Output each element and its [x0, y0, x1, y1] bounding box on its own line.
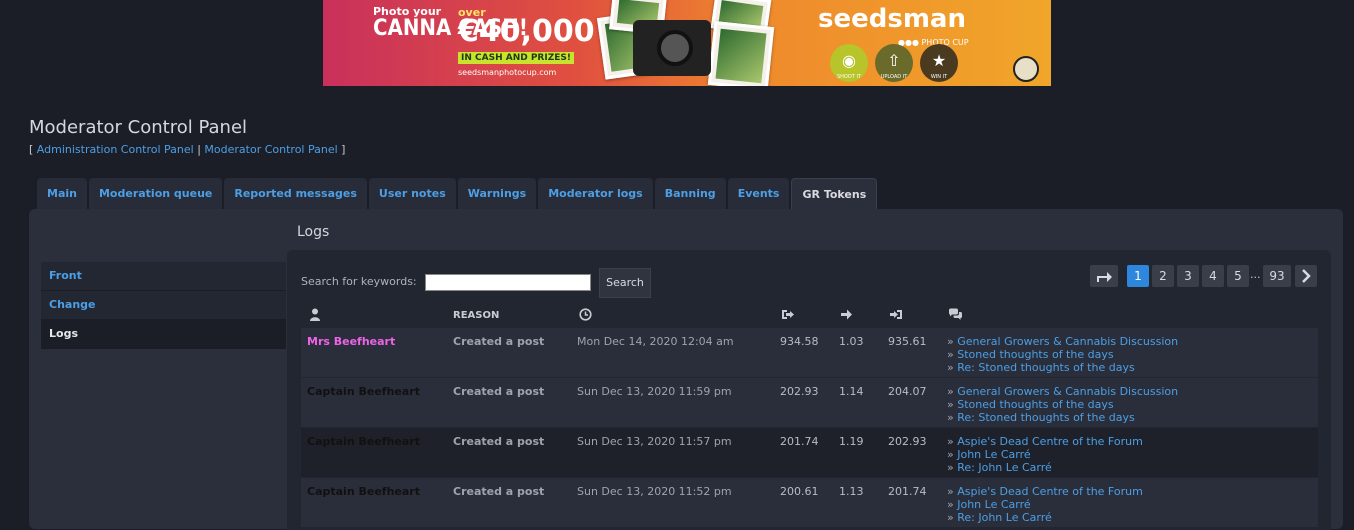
tab-gr-tokens[interactable]: GR Tokens [791, 178, 878, 211]
row-before: 934.58 [780, 335, 819, 348]
table-row: Mrs Beefheart Created a post Mon Dec 14,… [301, 328, 1318, 377]
tab-moderator-logs[interactable]: Moderator logs [538, 178, 653, 209]
post-link[interactable]: Re: Stoned thoughts of the days [947, 411, 1178, 424]
topic-link[interactable]: Stoned thoughts of the days [947, 348, 1178, 361]
sidebar-item-logs[interactable]: Logs [41, 320, 286, 349]
comments-icon [948, 308, 963, 321]
row-user[interactable]: Captain Beefheart [307, 385, 420, 398]
forum-link[interactable]: General Growers & Cannabis Discussion [947, 335, 1178, 348]
banner-photos [593, 0, 783, 86]
chevron-right-icon [1302, 269, 1311, 283]
forum-link[interactable]: General Growers & Cannabis Discussion [947, 385, 1178, 398]
jump-to-page-button[interactable] [1090, 265, 1118, 287]
row-change: 1.14 [839, 385, 864, 398]
arrow-right-icon [840, 308, 853, 321]
topic-link[interactable]: John Le Carré [947, 498, 1143, 511]
post-link[interactable]: Re: John Le Carré [947, 511, 1143, 524]
camera-icon [633, 20, 711, 76]
tab-moderation-queue[interactable]: Moderation queue [88, 178, 223, 209]
clock-icon [579, 308, 592, 321]
row-change: 1.03 [839, 335, 864, 348]
banner-prize: IN CASH AND PRIZES! [458, 52, 574, 64]
row-reason: Created a post [453, 435, 545, 448]
row-reason: Created a post [453, 385, 545, 398]
tab-main[interactable]: Main [37, 178, 87, 209]
breadcrumb: [ Administration Control Panel | Moderat… [29, 143, 346, 156]
row-date: Sun Dec 13, 2020 11:52 pm [577, 485, 732, 498]
forum-link[interactable]: Aspie's Dead Centre of the Forum [947, 485, 1143, 498]
banner-url: seedsmanphotocup.com [458, 68, 557, 77]
row-after: 204.07 [888, 385, 927, 398]
page-4-button[interactable]: 4 [1202, 265, 1224, 287]
row-links: General Growers & Cannabis Discussion St… [947, 385, 1178, 424]
advertisement-banner[interactable]: Photo your CANNA CASH! over €40,000 IN C… [323, 0, 1051, 86]
tab-user-notes[interactable]: User notes [368, 178, 456, 209]
row-reason: Created a post [453, 485, 545, 498]
reason-header: REASON [453, 310, 500, 321]
row-reason: Created a post [453, 335, 545, 348]
row-links: Aspie's Dead Centre of the Forum John Le… [947, 435, 1143, 474]
tab-events[interactable]: Events [727, 178, 790, 209]
tab-warnings[interactable]: Warnings [457, 178, 537, 209]
section-title: Logs [297, 224, 330, 240]
page-93-button[interactable]: 93 [1263, 265, 1291, 287]
topic-link[interactable]: John Le Carré [947, 448, 1143, 461]
row-before: 201.74 [780, 435, 819, 448]
table-row: Captain Beefheart Created a post Sun Dec… [301, 478, 1318, 527]
search-button[interactable]: Search [599, 268, 651, 298]
topic-link[interactable]: Stoned thoughts of the days [947, 398, 1178, 411]
pagination-ellipsis: ... [1250, 268, 1261, 281]
banner-amount: €40,000 [458, 14, 595, 49]
table-header: REASON [301, 304, 1318, 328]
next-page-button[interactable] [1295, 265, 1317, 287]
upload-icon: ⇧ UPLOAD IT [875, 44, 913, 82]
row-before: 202.93 [780, 385, 819, 398]
mcp-link[interactable]: Moderator Control Panel [204, 143, 337, 156]
sidebar-item-change[interactable]: Change [41, 291, 286, 320]
page-1-button[interactable]: 1 [1127, 265, 1149, 287]
row-after: 201.74 [888, 485, 927, 498]
sidebar-item-front[interactable]: Front [41, 262, 286, 291]
row-date: Sun Dec 13, 2020 11:57 pm [577, 435, 732, 448]
row-before: 200.61 [780, 485, 819, 498]
row-date: Sun Dec 13, 2020 11:59 pm [577, 385, 732, 398]
page-5-button[interactable]: 5 [1227, 265, 1249, 287]
row-user[interactable]: Captain Beefheart [307, 435, 420, 448]
table-row: Captain Beefheart Created a post Sun Dec… [301, 428, 1318, 477]
row-change: 1.19 [839, 435, 864, 448]
tab-banning[interactable]: Banning [654, 178, 726, 209]
post-link[interactable]: Re: John Le Carré [947, 461, 1143, 474]
camera-step-icon: ◉ SHOOT IT [830, 44, 868, 82]
sign-in-icon [889, 308, 903, 321]
search-input[interactable] [425, 274, 591, 291]
user-icon [309, 308, 321, 321]
post-link[interactable]: Re: Stoned thoughts of the days [947, 361, 1178, 374]
banner-brand: seedsman [818, 4, 966, 34]
row-links: Aspie's Dead Centre of the Forum John Le… [947, 485, 1143, 524]
row-user[interactable]: Mrs Beefheart [307, 335, 395, 348]
page-3-button[interactable]: 3 [1177, 265, 1199, 287]
sidebar: Front Change Logs [41, 262, 286, 349]
row-after: 935.61 [888, 335, 927, 348]
page-title: Moderator Control Panel [29, 117, 248, 138]
search-label: Search for keywords: [301, 275, 417, 288]
row-links: General Growers & Cannabis Discussion St… [947, 335, 1178, 374]
sign-out-icon [781, 308, 795, 321]
jump-arrow-icon [1097, 272, 1112, 282]
tab-reported-messages[interactable]: Reported messages [224, 178, 367, 209]
acp-link[interactable]: Administration Control Panel [37, 143, 194, 156]
trophy-icon: ★ WIN IT [920, 44, 958, 82]
table-row: Captain Beefheart Created a post Sun Dec… [301, 378, 1318, 427]
row-date: Mon Dec 14, 2020 12:04 am [577, 335, 734, 348]
row-after: 202.93 [888, 435, 927, 448]
row-change: 1.13 [839, 485, 864, 498]
page-2-button[interactable]: 2 [1152, 265, 1174, 287]
tab-bar: Main Moderation queue Reported messages … [37, 178, 878, 211]
seal-logo-icon [1013, 56, 1039, 82]
forum-link[interactable]: Aspie's Dead Centre of the Forum [947, 435, 1143, 448]
row-user[interactable]: Captain Beefheart [307, 485, 420, 498]
